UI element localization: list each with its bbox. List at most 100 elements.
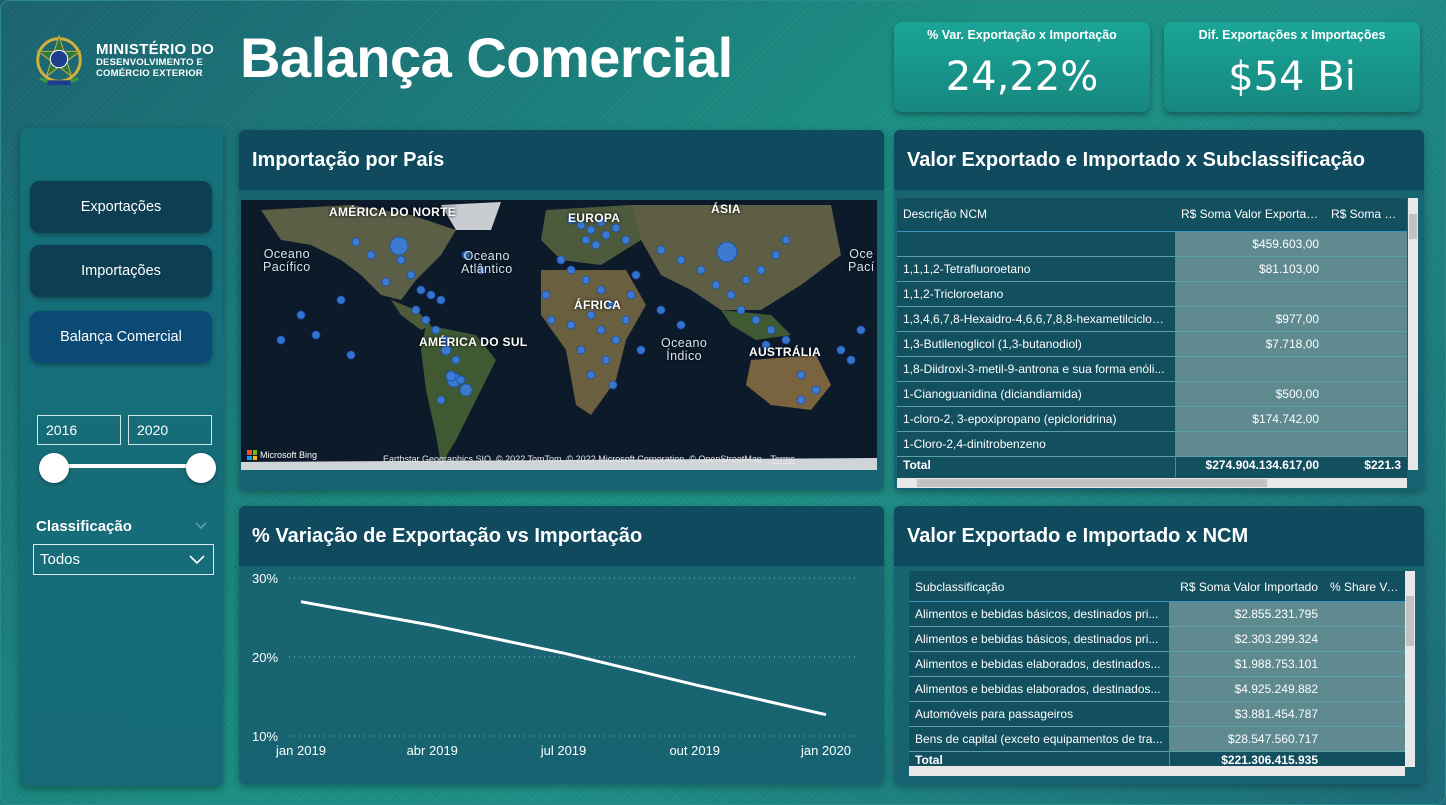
nav-button-importacoes[interactable]: Importações: [30, 245, 212, 297]
year-slider-end-handle[interactable]: [186, 453, 216, 483]
import-point[interactable]: [596, 325, 606, 335]
import-point[interactable]: [351, 237, 361, 247]
table-cell: $2.303.299.324: [1169, 627, 1324, 651]
x-tick-label: jul 2019: [540, 743, 587, 758]
import-point[interactable]: [421, 315, 431, 325]
import-point[interactable]: [346, 350, 356, 360]
import-point[interactable]: [656, 305, 666, 315]
import-point[interactable]: [591, 240, 601, 250]
import-point[interactable]: [796, 395, 806, 405]
terms-link[interactable]: Terms: [770, 454, 795, 464]
ministry-line-2: DESENVOLVIMENTO E: [96, 57, 204, 68]
chevron-down-icon[interactable]: [195, 521, 207, 531]
import-point[interactable]: [631, 270, 641, 280]
table-cell: 1,1,2-Tricloroetano: [903, 287, 1004, 301]
import-point[interactable]: [621, 235, 631, 245]
scrollbar-thumb[interactable]: [917, 479, 1267, 487]
import-point[interactable]: [586, 370, 596, 380]
world-map[interactable]: AMÉRICA DO NORTE EUROPA ÁSIA ÁFRICA AMÉR…: [241, 200, 877, 470]
import-point[interactable]: [566, 320, 576, 330]
horizontal-scrollbar[interactable]: [909, 766, 1405, 776]
vertical-scrollbar[interactable]: [1405, 571, 1415, 767]
import-point[interactable]: [596, 285, 606, 295]
variation-series-line[interactable]: [300, 600, 827, 717]
import-point[interactable]: [436, 295, 446, 305]
continent-label: AMÉRICA DO SUL: [419, 335, 528, 349]
import-point[interactable]: [766, 325, 776, 335]
import-point[interactable]: [846, 355, 856, 365]
import-point[interactable]: [751, 315, 761, 325]
horizontal-scrollbar[interactable]: [897, 478, 1407, 488]
import-point[interactable]: [696, 265, 706, 275]
import-point[interactable]: [381, 277, 391, 287]
import-point[interactable]: [726, 290, 736, 300]
map-panel-title: Importação por País: [239, 130, 884, 190]
ocean-label: Oceano Atlântico: [461, 249, 513, 277]
year-slider-track[interactable]: [55, 464, 201, 468]
import-point[interactable]: [546, 315, 556, 325]
import-point[interactable]: [608, 380, 618, 390]
vertical-scrollbar[interactable]: [1408, 198, 1418, 470]
import-point[interactable]: [736, 305, 746, 315]
import-point[interactable]: [676, 255, 686, 265]
import-point[interactable]: [781, 335, 791, 345]
import-point[interactable]: [445, 370, 457, 382]
import-point[interactable]: [541, 290, 551, 300]
x-tick-label: jan 2020: [800, 743, 851, 758]
import-point[interactable]: [431, 325, 441, 335]
import-point[interactable]: [741, 275, 751, 285]
import-point[interactable]: [426, 290, 436, 300]
nav-button-balanca-comercial[interactable]: Balança Comercial: [30, 311, 212, 363]
import-point[interactable]: [416, 285, 426, 295]
import-point[interactable]: [566, 265, 576, 275]
import-point[interactable]: [811, 385, 821, 395]
import-point[interactable]: [411, 305, 421, 315]
import-point[interactable]: [796, 370, 806, 380]
import-point[interactable]: [711, 280, 721, 290]
import-point[interactable]: [586, 310, 596, 320]
ncm-table[interactable]: Subclassificação R$ Soma Valor Importado%…: [909, 571, 1405, 774]
import-point[interactable]: [771, 250, 781, 260]
import-point[interactable]: [336, 295, 346, 305]
import-point[interactable]: [406, 270, 416, 280]
nav-button-exportacoes[interactable]: Exportações: [30, 181, 212, 233]
import-point[interactable]: [676, 320, 686, 330]
import-point[interactable]: [459, 383, 473, 397]
import-point[interactable]: [621, 315, 631, 325]
import-point[interactable]: [389, 236, 409, 256]
import-point[interactable]: [451, 355, 461, 365]
import-point[interactable]: [611, 335, 621, 345]
classification-dropdown[interactable]: Todos: [33, 544, 214, 575]
import-point[interactable]: [716, 241, 738, 263]
import-point[interactable]: [586, 225, 596, 235]
import-point[interactable]: [296, 310, 306, 320]
scrollbar-thumb[interactable]: [1409, 214, 1417, 239]
import-point[interactable]: [456, 375, 466, 385]
subclass-table[interactable]: Descrição NCM R$ Soma Valor Exportado R$ S…: [897, 198, 1407, 478]
import-point[interactable]: [601, 230, 611, 240]
import-point[interactable]: [436, 395, 446, 405]
year-end-input[interactable]: 2020: [128, 415, 212, 445]
import-point[interactable]: [581, 235, 591, 245]
import-point[interactable]: [656, 245, 666, 255]
import-point[interactable]: [856, 325, 866, 335]
import-point[interactable]: [276, 335, 286, 345]
import-point[interactable]: [836, 345, 846, 355]
year-slider-start-handle[interactable]: [39, 453, 69, 483]
import-point[interactable]: [311, 330, 321, 340]
import-point[interactable]: [756, 265, 766, 275]
import-point[interactable]: [581, 275, 591, 285]
import-point[interactable]: [611, 223, 621, 233]
import-point[interactable]: [366, 250, 376, 260]
import-point[interactable]: [781, 235, 791, 245]
import-point[interactable]: [626, 290, 636, 300]
import-point[interactable]: [556, 255, 566, 265]
table-cell: 1,3,4,6,7,8-Hexaidro-4,6,6,7,8,8-hexamet…: [903, 312, 1175, 326]
import-point[interactable]: [396, 255, 406, 265]
variation-line-chart[interactable]: 30% 20% 10%jan 2019 abr 2019 jul 2019 out 201…: [239, 566, 884, 784]
year-start-input[interactable]: 2016: [37, 415, 121, 445]
import-point[interactable]: [601, 355, 611, 365]
import-point[interactable]: [576, 345, 586, 355]
scrollbar-thumb[interactable]: [1406, 596, 1414, 646]
import-point[interactable]: [636, 345, 646, 355]
